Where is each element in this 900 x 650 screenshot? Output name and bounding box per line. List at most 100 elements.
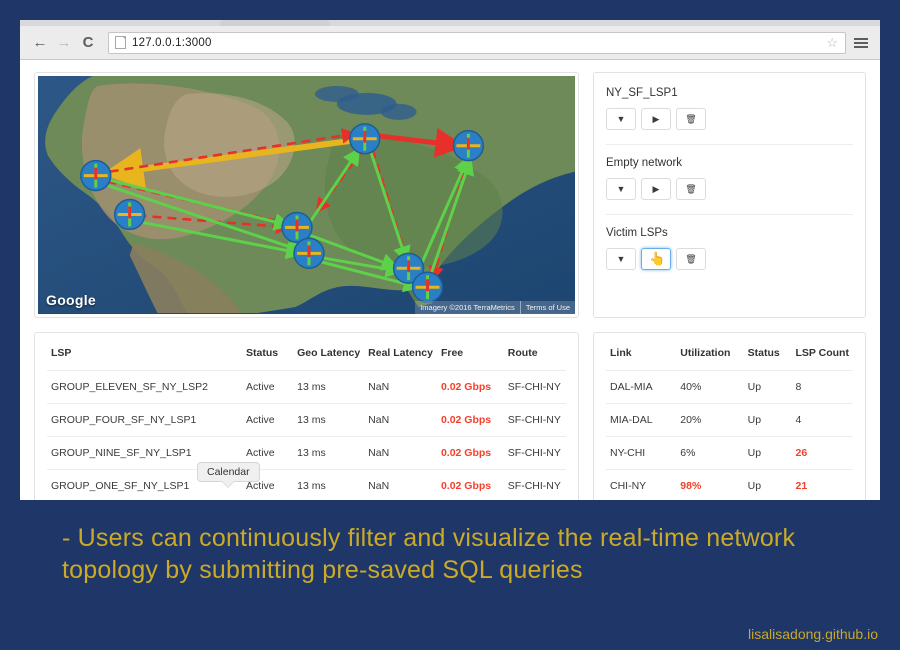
url-bar[interactable]: 127.0.0.1:3000 ☆ (108, 31, 846, 54)
query-actions: ▼ ▶ 🗑 (606, 178, 853, 200)
browser-tab[interactable] (220, 20, 330, 26)
tooltip-text: Calendar (207, 466, 250, 478)
cell-utilization: 40% (676, 370, 744, 404)
cell-geo-latency: 13 ms (293, 436, 365, 470)
column-header-lsp-count[interactable]: LSP Count (792, 333, 854, 371)
table-row[interactable]: GROUP_ELEVEN_SF_NY_LSP2 Active 13 ms NaN… (47, 370, 566, 404)
saved-queries-panel: NY_SF_LSP1 ▼ ▶ 🗑 Empty network ▼ ▶ 🗑 Vic… (593, 72, 866, 318)
cell-geo-latency: 13 ms (293, 469, 365, 500)
lsp-table: LSP Status Geo Latency Real Latency Free… (47, 333, 566, 500)
cell-route: SF-CHI-NY (503, 403, 566, 437)
column-header-utilization[interactable]: Utilization (676, 333, 743, 371)
query-dropdown-button[interactable]: ▼ (606, 248, 636, 270)
query-actions: ▼ 👆 🗑 (606, 248, 853, 270)
cell-utilization: 6% (676, 436, 744, 470)
table-row[interactable]: GROUP_NINE_SF_NY_LSP1 Active 13 ms NaN 0… (47, 436, 566, 470)
cell-link: DAL-MIA (606, 370, 677, 404)
page-document-icon (115, 36, 126, 49)
cell-lsp-count: 21 (791, 469, 853, 500)
cell-lsp-count: 4 (791, 403, 853, 437)
column-header-lsp[interactable]: LSP (47, 333, 242, 371)
bookmark-star-icon[interactable]: ☆ (826, 35, 841, 51)
cell-utilization: 98% (676, 469, 744, 500)
network-topology-map[interactable]: Google Imagery ©2016 TerraMetrics Terms … (38, 76, 575, 314)
lsp-table-panel: LSP Status Geo Latency Real Latency Free… (34, 332, 579, 500)
cell-real-latency: NaN (364, 403, 437, 437)
cell-link: MIA-DAL (606, 403, 677, 437)
cell-real-latency: NaN (364, 469, 437, 500)
query-run-button[interactable]: ▶ (641, 178, 671, 200)
column-header-route[interactable]: Route (504, 333, 566, 371)
map-attribution: Imagery ©2016 TerraMetrics Terms of Use (415, 301, 575, 314)
link-table: Link Utilization Status LSP Count DAL-MI… (606, 333, 853, 500)
query-run-button[interactable]: ▶ (641, 108, 671, 130)
cell-status: Up (743, 469, 792, 500)
slide-footer-url: lisalisadong.github.io (748, 626, 878, 642)
table-row[interactable]: MIA-DAL 20% Up 4 (606, 403, 853, 437)
column-header-real-latency[interactable]: Real Latency (364, 333, 437, 371)
cell-lsp: GROUP_FOUR_SF_NY_LSP1 (47, 403, 243, 437)
calendar-tooltip: Calendar (197, 462, 260, 488)
cell-route: SF-CHI-NY (503, 370, 566, 404)
reload-icon[interactable]: C (76, 31, 100, 55)
cell-status: Active (242, 403, 294, 437)
cell-free: 0.02 Gbps (436, 436, 504, 470)
query-delete-button[interactable]: 🗑 (676, 108, 706, 130)
cell-link: CHI-NY (606, 469, 677, 500)
column-header-link[interactable]: Link (606, 333, 676, 371)
query-dropdown-button[interactable]: ▼ (606, 178, 636, 200)
cell-free: 0.02 Gbps (436, 370, 504, 404)
query-dropdown-button[interactable]: ▼ (606, 108, 636, 130)
map-panel: Google Imagery ©2016 TerraMetrics Terms … (34, 72, 579, 318)
cell-route: SF-CHI-NY (503, 469, 566, 500)
table-header-row: LSP Status Geo Latency Real Latency Free… (47, 333, 566, 371)
cell-lsp-count: 26 (791, 436, 853, 470)
map-imagery-credit: Imagery ©2016 TerraMetrics (420, 303, 515, 312)
cell-free: 0.02 Gbps (436, 469, 504, 500)
cell-real-latency: NaN (364, 436, 437, 470)
query-delete-button[interactable]: 🗑 (676, 178, 706, 200)
query-run-button[interactable]: 👆 (641, 248, 671, 270)
cell-status: Up (743, 403, 792, 437)
column-header-status[interactable]: Status (242, 333, 293, 371)
map-imagery (38, 76, 575, 314)
query-delete-button[interactable]: 🗑 (676, 248, 706, 270)
google-logo: Google (46, 292, 97, 308)
table-row[interactable]: CHI-NY 98% Up 21 (606, 469, 853, 500)
table-row[interactable]: DAL-MIA 40% Up 8 (606, 370, 853, 404)
browser-toolbar: ← → C 127.0.0.1:3000 ☆ (20, 26, 880, 60)
forward-arrow-icon[interactable]: → (52, 31, 76, 55)
cell-link: NY-CHI (606, 436, 677, 470)
table-row[interactable]: GROUP_ONE_SF_NY_LSP1 Active 13 ms NaN 0.… (47, 469, 566, 500)
cell-status: Active (242, 370, 294, 404)
column-header-status[interactable]: Status (744, 333, 792, 371)
table-row[interactable]: NY-CHI 6% Up 26 (606, 436, 853, 470)
map-terms-link[interactable]: Terms of Use (519, 301, 575, 314)
cell-lsp: GROUP_ELEVEN_SF_NY_LSP2 (47, 370, 243, 404)
cell-status: Up (743, 436, 792, 470)
query-name: Victim LSPs (606, 227, 668, 239)
cell-utilization: 20% (676, 403, 744, 437)
link-table-panel: Link Utilization Status LSP Count DAL-MI… (593, 332, 866, 500)
mouse-cursor-hand-icon: 👆 (649, 251, 666, 266)
url-text: 127.0.0.1:3000 (132, 36, 212, 49)
hamburger-menu-icon[interactable] (854, 31, 872, 55)
query-item: Victim LSPs ▼ 👆 🗑 (606, 214, 853, 284)
query-actions: ▼ ▶ 🗑 (606, 108, 853, 130)
cell-lsp-count: 8 (791, 370, 853, 404)
query-item: NY_SF_LSP1 ▼ ▶ 🗑 (606, 73, 853, 144)
query-item: Empty network ▼ ▶ 🗑 (606, 144, 853, 214)
cell-geo-latency: 13 ms (293, 370, 365, 404)
table-header-row: Link Utilization Status LSP Count (606, 333, 853, 371)
column-header-geo-latency[interactable]: Geo Latency (293, 333, 364, 371)
cell-route: SF-CHI-NY (503, 436, 566, 470)
query-name: Empty network (606, 157, 683, 169)
page-viewport: Google Imagery ©2016 TerraMetrics Terms … (20, 60, 880, 500)
column-header-free[interactable]: Free (437, 333, 504, 371)
query-name: NY_SF_LSP1 (606, 87, 678, 99)
top-row: Google Imagery ©2016 TerraMetrics Terms … (34, 72, 866, 318)
cell-geo-latency: 13 ms (293, 403, 365, 437)
table-row[interactable]: GROUP_FOUR_SF_NY_LSP1 Active 13 ms NaN 0… (47, 403, 566, 437)
slide-caption: - Users can continuously filter and visu… (62, 524, 796, 584)
back-arrow-icon[interactable]: ← (28, 31, 52, 55)
